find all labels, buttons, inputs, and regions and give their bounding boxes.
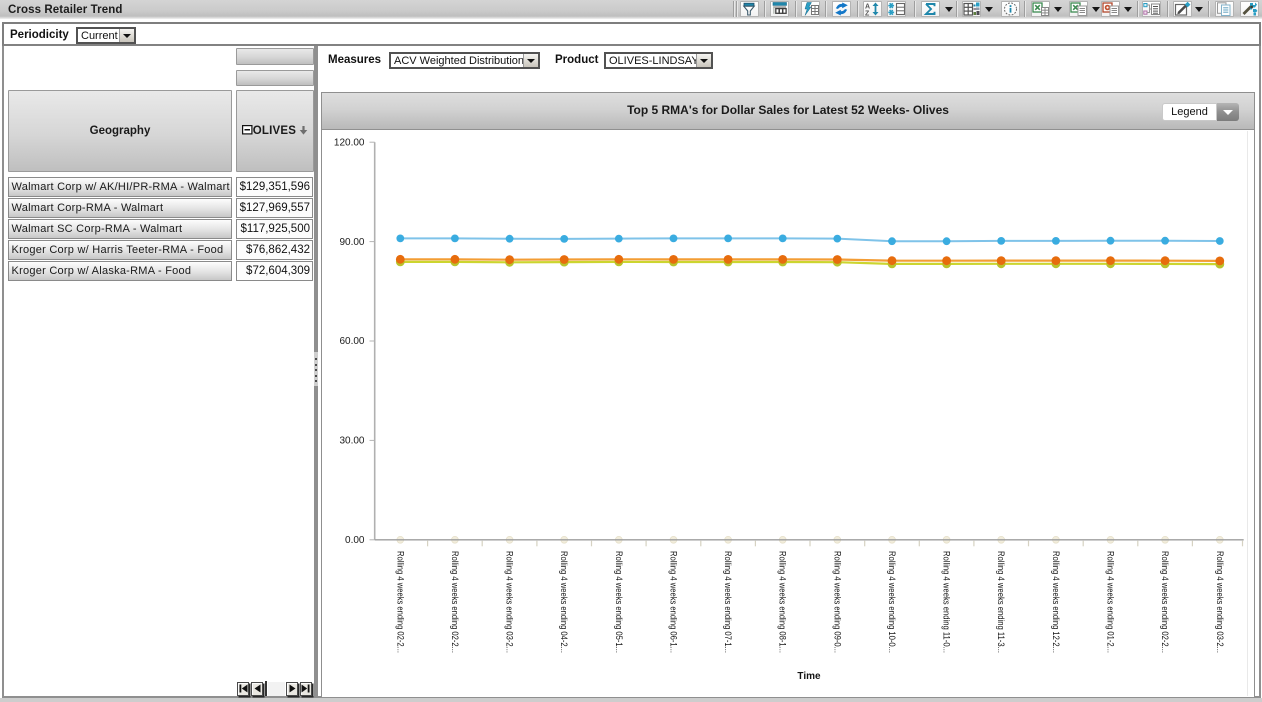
- svg-text:60.00: 60.00: [339, 336, 364, 347]
- svg-text:Z: Z: [865, 11, 870, 17]
- svg-text:Rolling 4 weeks ending 04-2...: Rolling 4 weeks ending 04-2...: [559, 551, 569, 653]
- svg-text:Rolling 4 weeks ending 12-2...: Rolling 4 weeks ending 12-2...: [1051, 551, 1061, 653]
- svg-text:Rolling 4 weeks ending 07-1...: Rolling 4 weeks ending 07-1...: [723, 551, 733, 653]
- svg-text:0.00: 0.00: [345, 535, 365, 546]
- svg-text:Rolling 4 weeks ending 11-3...: Rolling 4 weeks ending 11-3...: [996, 551, 1006, 653]
- svg-text:Rolling 4 weeks ending 06-1...: Rolling 4 weeks ending 06-1...: [669, 551, 679, 653]
- svg-text:Rolling 4 weeks ending 09-0...: Rolling 4 weeks ending 09-0...: [832, 551, 842, 653]
- svg-text:120.00: 120.00: [334, 137, 365, 148]
- svg-text:Rolling 4 weeks ending 05-1...: Rolling 4 weeks ending 05-1...: [614, 551, 624, 653]
- svg-text:Rolling 4 weeks ending 02-2...: Rolling 4 weeks ending 02-2...: [395, 551, 405, 653]
- svg-text:90.00: 90.00: [339, 237, 364, 248]
- svg-text:Rolling 4 weeks ending 11-0...: Rolling 4 weeks ending 11-0...: [942, 551, 952, 653]
- svg-text:Rolling 4 weeks ending 02-2...: Rolling 4 weeks ending 02-2...: [1160, 551, 1170, 653]
- svg-text:Rolling 4 weeks ending 03-2...: Rolling 4 weeks ending 03-2...: [505, 551, 515, 653]
- svg-text:30.00: 30.00: [339, 436, 364, 447]
- svg-text:Rolling 4 weeks ending 10-0...: Rolling 4 weeks ending 10-0...: [887, 551, 897, 653]
- svg-text:Rolling 4 weeks ending 01-2...: Rolling 4 weeks ending 01-2...: [1106, 551, 1116, 653]
- svg-text:Rolling 4 weeks ending 03-2...: Rolling 4 weeks ending 03-2...: [1215, 551, 1225, 653]
- svg-text:Rolling 4 weeks ending 02-2...: Rolling 4 weeks ending 02-2...: [450, 551, 460, 653]
- svg-text:Rolling 4 weeks ending 08-1...: Rolling 4 weeks ending 08-1...: [778, 551, 788, 653]
- svg-text:Time: Time: [797, 671, 821, 682]
- svg-text:A: A: [865, 4, 870, 11]
